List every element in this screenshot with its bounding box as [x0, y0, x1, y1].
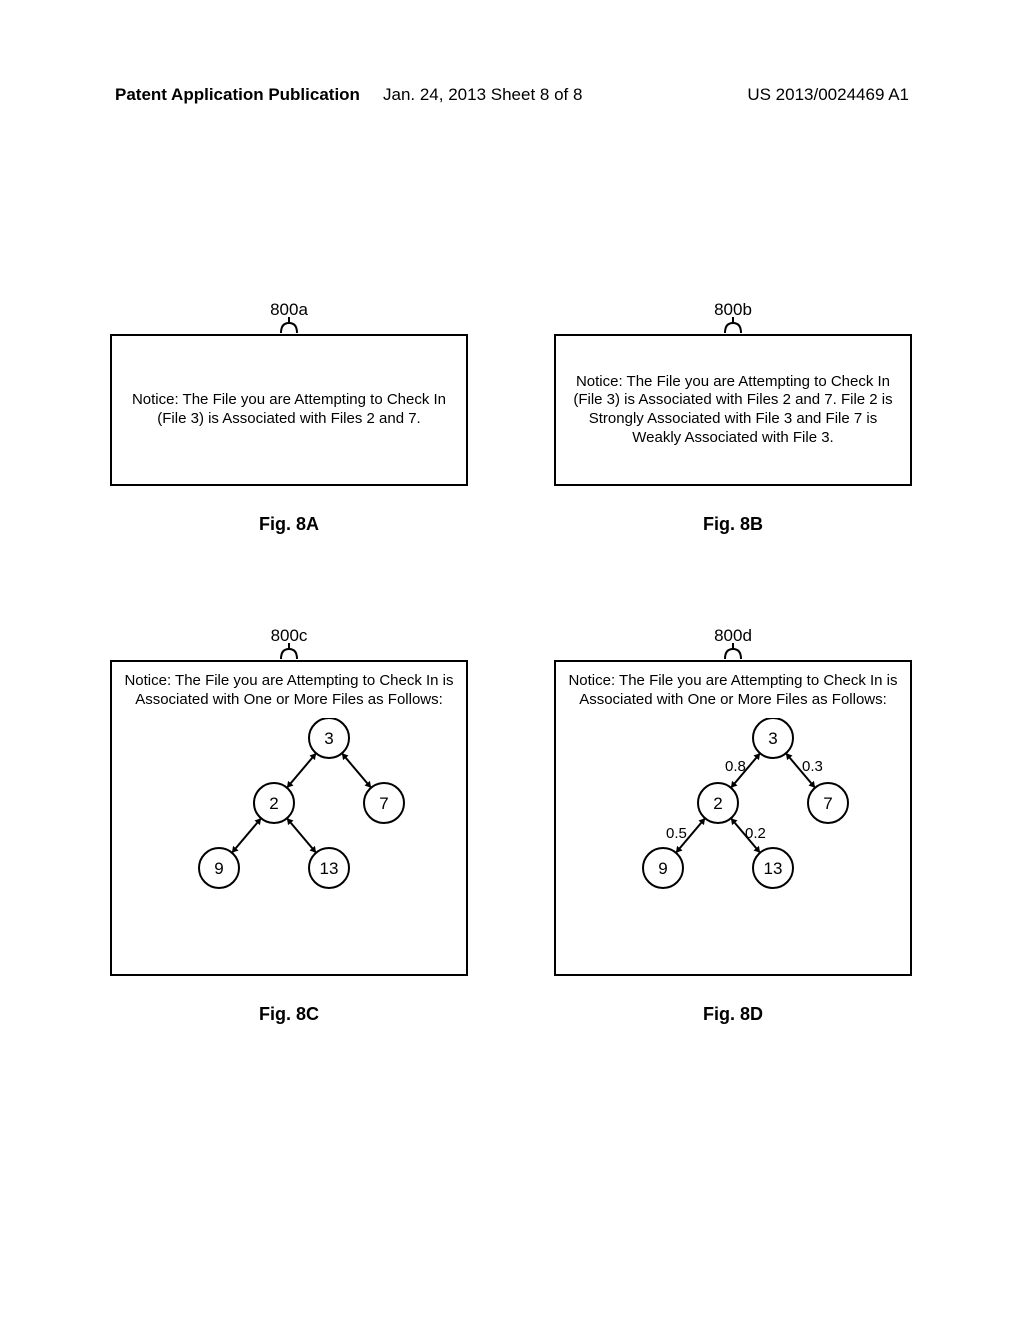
- caption-8d: Fig. 8D: [554, 1004, 912, 1025]
- notice-text: Notice: The File you are Attempting to C…: [122, 672, 456, 710]
- tree-node-label: 7: [823, 794, 832, 813]
- ref-800b: 800b: [554, 300, 912, 334]
- tree-node-label: 9: [658, 859, 667, 878]
- caption-8b: Fig. 8B: [554, 514, 912, 535]
- notice-text: Notice: The File you are Attempting to C…: [122, 391, 456, 429]
- tree-edge: [232, 818, 261, 852]
- tree-node-label: 3: [324, 729, 333, 748]
- figure-8b-block: 800b Notice: The File you are Attempting…: [554, 300, 912, 535]
- header-mid: Jan. 24, 2013 Sheet 8 of 8: [383, 85, 582, 105]
- edge-weight-label: 0.5: [666, 825, 687, 844]
- notice-box-d: Notice: The File you are Attempting to C…: [554, 660, 912, 976]
- leader-tick-icon: [277, 643, 301, 659]
- edge-weight-label: 0.8: [725, 758, 746, 777]
- tree-edge: [287, 753, 316, 787]
- tree-node-label: 7: [379, 794, 388, 813]
- notice-box-b: Notice: The File you are Attempting to C…: [554, 334, 912, 486]
- tree-node-label: 13: [764, 859, 783, 878]
- tree-svg: 3 2 7 9 13: [603, 718, 863, 918]
- caption-8c: Fig. 8C: [110, 1004, 468, 1025]
- ref-800d: 800d: [554, 626, 912, 660]
- notice-text: Notice: The File you are Attempting to C…: [566, 672, 900, 710]
- tree-svg: 3 2 7 9 13: [159, 718, 419, 918]
- tree-edge: [342, 753, 371, 787]
- tree-diagram-d: 3 2 7 9 13 0.8 0.3 0.5 0.2: [603, 718, 863, 918]
- ref-800c: 800c: [110, 626, 468, 660]
- tree-node-label: 2: [713, 794, 722, 813]
- tree-edge: [287, 818, 316, 852]
- figure-8a-block: 800a Notice: The File you are Attempting…: [110, 300, 468, 535]
- tree-node-label: 3: [768, 729, 777, 748]
- tree-node-label: 13: [320, 859, 339, 878]
- patent-figure-page: Patent Application Publication Jan. 24, …: [0, 0, 1024, 1320]
- notice-box-c: Notice: The File you are Attempting to C…: [110, 660, 468, 976]
- leader-tick-icon: [277, 317, 301, 333]
- edge-weight-label: 0.3: [802, 758, 823, 777]
- edge-weight-label: 0.2: [745, 825, 766, 844]
- leader-tick-icon: [721, 643, 745, 659]
- tree-node-label: 2: [269, 794, 278, 813]
- notice-box-a: Notice: The File you are Attempting to C…: [110, 334, 468, 486]
- header-right: US 2013/0024469 A1: [747, 85, 909, 105]
- leader-tick-icon: [721, 317, 745, 333]
- ref-800a: 800a: [110, 300, 468, 334]
- notice-text: Notice: The File you are Attempting to C…: [566, 373, 900, 448]
- figure-8c-block: 800c Notice: The File you are Attempting…: [110, 626, 468, 1025]
- header-left: Patent Application Publication: [115, 85, 360, 105]
- figure-8d-block: 800d Notice: The File you are Attempting…: [554, 626, 912, 1025]
- caption-8a: Fig. 8A: [110, 514, 468, 535]
- tree-diagram-c: 3 2 7 9 13: [159, 718, 419, 918]
- tree-node-label: 9: [214, 859, 223, 878]
